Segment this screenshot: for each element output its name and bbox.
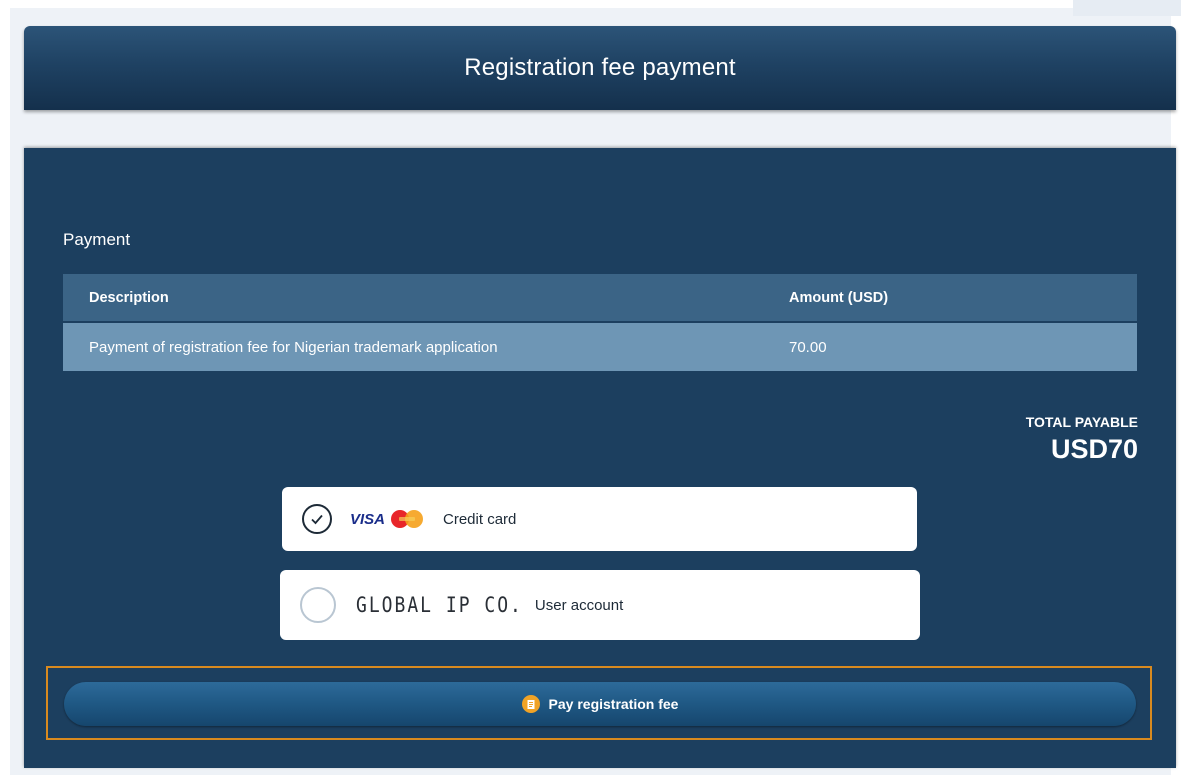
- page-title: Registration fee payment: [464, 54, 736, 81]
- total-payable-value: USD70: [1050, 434, 1138, 464]
- payment-option-user-account[interactable]: GLOBAL IP CO. User account: [280, 570, 920, 640]
- pay-registration-fee-button[interactable]: Pay registration fee: [64, 682, 1136, 726]
- column-header-amount: Amount (USD): [789, 289, 889, 306]
- global-ip-logo: GLOBAL IP CO.: [356, 592, 523, 618]
- payment-option-credit-card[interactable]: VISA Credit card: [282, 487, 917, 551]
- visa-logo-text: VISA: [350, 510, 386, 528]
- check-icon[interactable]: [302, 504, 332, 534]
- document-icon: [521, 695, 540, 713]
- mastercard-icon: [391, 510, 424, 528]
- radio-icon[interactable]: [300, 587, 336, 623]
- payment-table: Description Amount (USD) Payment of regi…: [63, 274, 1137, 371]
- row-amount: 70.00: [789, 338, 827, 356]
- visa-mastercard-logo: VISA: [350, 508, 429, 530]
- table-header: Description Amount (USD): [63, 274, 1137, 321]
- payment-panel: Payment Description Amount (USD) Payment…: [24, 148, 1176, 768]
- credit-card-label: Credit card: [443, 510, 517, 528]
- column-header-description: Description: [89, 289, 169, 306]
- corner-tint: [1073, 0, 1181, 16]
- total-payable-label: TOTAL PAYABLE: [1025, 414, 1138, 430]
- section-title: Payment: [63, 230, 131, 249]
- pay-button-focus-frame: Pay registration fee: [46, 666, 1152, 740]
- table-row: Payment of registration fee for Nigerian…: [63, 323, 1137, 371]
- pay-button-label: Pay registration fee: [548, 696, 679, 712]
- header-bar: Registration fee payment: [24, 26, 1176, 110]
- row-description: Payment of registration fee for Nigerian…: [89, 338, 498, 356]
- user-account-label: User account: [534, 596, 624, 614]
